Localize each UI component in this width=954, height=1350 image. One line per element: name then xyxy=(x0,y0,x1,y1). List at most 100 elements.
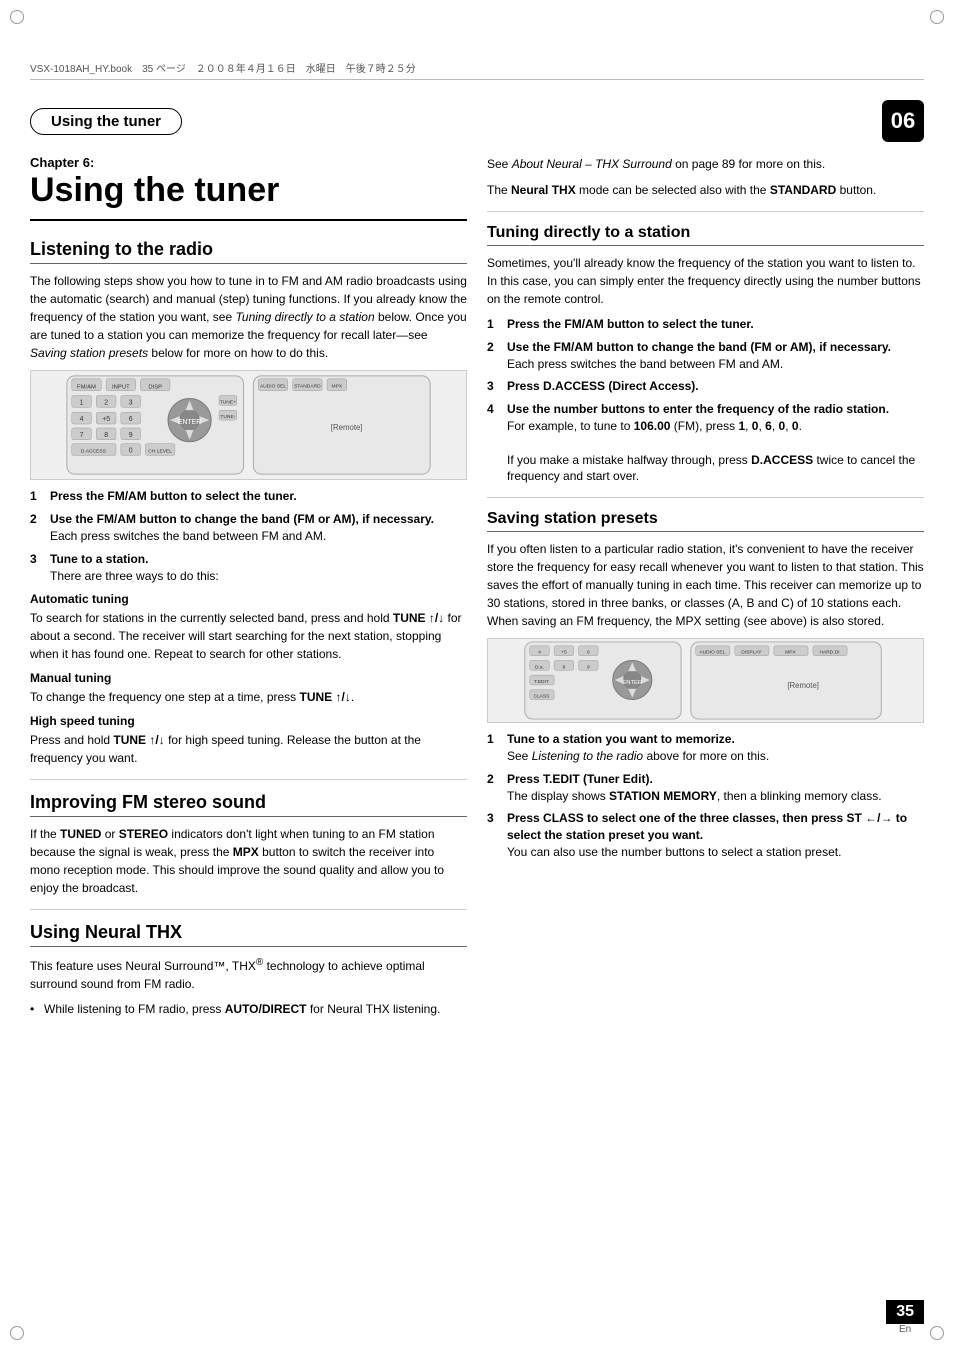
step-text: Press the FM/AM button to select the tun… xyxy=(507,316,924,333)
neural-thx-right-note2: The Neural THX mode can be selected also… xyxy=(487,181,924,199)
remote-image-right: 4 +5 6 D.a. 8 9 ENTER xyxy=(487,638,924,723)
svg-text:ENTER: ENTER xyxy=(178,419,201,426)
svg-text:AUDIO SEL: AUDIO SEL xyxy=(699,650,725,656)
auto-tuning-text: To search for stations in the currently … xyxy=(30,609,467,663)
svg-text:0: 0 xyxy=(129,448,133,455)
step-number: 3 xyxy=(487,378,503,395)
corner-decoration-br xyxy=(930,1326,944,1340)
manual-tuning-text: To change the frequency one step at a ti… xyxy=(30,688,467,706)
svg-text:STANDARD: STANDARD xyxy=(294,384,321,390)
svg-text:T.EDIT: T.EDIT xyxy=(534,679,549,685)
right-step-2: 2 Use the FM/AM button to change the ban… xyxy=(487,339,924,373)
step-number: 3 xyxy=(30,551,46,585)
left-step-3: 3 Tune to a station.There are three ways… xyxy=(30,551,467,585)
svg-text:1: 1 xyxy=(80,400,84,407)
step-number: 4 xyxy=(487,401,503,485)
step-text: Press CLASS to select one of the three c… xyxy=(507,810,924,860)
svg-text:6: 6 xyxy=(129,416,133,423)
step-number: 2 xyxy=(30,511,46,545)
svg-text:MPX: MPX xyxy=(785,650,796,656)
page-lang: En xyxy=(899,1324,911,1335)
improving-fm-heading: Improving FM stereo sound xyxy=(30,792,467,817)
neural-thx-heading: Using Neural THX xyxy=(30,922,467,947)
page-number-box: 35 En xyxy=(886,1300,924,1335)
listening-intro: The following steps show you how to tune… xyxy=(30,272,467,362)
divider-2 xyxy=(30,909,467,910)
listening-section-heading: Listening to the radio xyxy=(30,239,467,264)
divider-right-2 xyxy=(487,497,924,498)
saving-presets-heading: Saving station presets xyxy=(487,510,924,532)
neural-thx-bullet: • While listening to FM radio, press AUT… xyxy=(30,1001,467,1018)
svg-text:FM/AM: FM/AM xyxy=(77,385,96,391)
save-step-2: 2 Press T.EDIT (Tuner Edit).The display … xyxy=(487,771,924,805)
svg-text:HARD.DI: HARD.DI xyxy=(819,650,839,656)
chapter-label: Chapter 6: xyxy=(30,155,467,170)
neural-thx-right-note1: See About Neural – THX Surround on page … xyxy=(487,155,924,173)
improving-fm-text: If the TUNED or STEREO indicators don't … xyxy=(30,825,467,897)
main-content: Chapter 6: Using the tuner Listening to … xyxy=(30,155,924,1300)
svg-text:8: 8 xyxy=(104,432,108,439)
step-text: Tune to a station.There are three ways t… xyxy=(50,551,467,585)
svg-text:INPUT: INPUT xyxy=(112,385,130,391)
svg-text:AUDIO SEL: AUDIO SEL xyxy=(260,384,286,390)
svg-text:+5: +5 xyxy=(102,416,110,423)
left-step-2: 2 Use the FM/AM button to change the ban… xyxy=(30,511,467,545)
svg-text:TUNE+: TUNE+ xyxy=(220,400,236,406)
chapter-number-badge: 06 xyxy=(882,100,924,142)
svg-text:TUNE-: TUNE- xyxy=(220,415,235,421)
svg-text:MPX: MPX xyxy=(332,384,343,390)
svg-text:9: 9 xyxy=(587,664,590,670)
bullet-text: While listening to FM radio, press AUTO/… xyxy=(44,1001,440,1018)
header-title: Using the tuner xyxy=(30,108,182,135)
svg-text:2: 2 xyxy=(104,400,108,407)
step-number: 2 xyxy=(487,339,503,373)
left-step-1: 1 Press the FM/AM button to select the t… xyxy=(30,488,467,505)
neural-thx-text: This feature uses Neural Surround™, THX®… xyxy=(30,955,467,993)
top-metadata: VSX-1018AH_HY.book 35 ページ ２００８年４月１６日 水曜日… xyxy=(30,60,924,80)
step-number: 3 xyxy=(487,810,503,860)
svg-text:+5: +5 xyxy=(561,650,567,656)
svg-text:[Remote]: [Remote] xyxy=(331,423,363,432)
svg-text:3: 3 xyxy=(129,400,133,407)
svg-text:ENTER: ENTER xyxy=(622,680,642,686)
svg-text:9: 9 xyxy=(129,432,133,439)
svg-text:D.ACCESS: D.ACCESS xyxy=(81,449,107,455)
high-speed-tuning-heading: High speed tuning xyxy=(30,714,467,728)
svg-text:8: 8 xyxy=(563,664,566,670)
step-text: Use the FM/AM button to change the band … xyxy=(50,511,467,545)
header-bar: Using the tuner 06 xyxy=(30,100,924,142)
step-number: 1 xyxy=(30,488,46,505)
manual-tuning-heading: Manual tuning xyxy=(30,671,467,685)
corner-decoration-tr xyxy=(930,10,944,24)
svg-text:DISP: DISP xyxy=(148,385,162,391)
right-step-4: 4 Use the number buttons to enter the fr… xyxy=(487,401,924,485)
bullet-dot: • xyxy=(30,1001,44,1018)
high-speed-tuning-text: Press and hold TUNE ↑/↓ for high speed t… xyxy=(30,731,467,767)
svg-text:DISPLAY: DISPLAY xyxy=(741,650,762,656)
divider-1 xyxy=(30,779,467,780)
step-text: Tune to a station you want to memorize.S… xyxy=(507,731,924,765)
auto-tuning-heading: Automatic tuning xyxy=(30,592,467,606)
right-column: See About Neural – THX Surround on page … xyxy=(487,155,924,1300)
divider-right-1 xyxy=(487,211,924,212)
save-step-1: 1 Tune to a station you want to memorize… xyxy=(487,731,924,765)
page-number: 35 xyxy=(886,1300,924,1324)
remote-image-left: FM/AM INPUT DISP 1 2 3 4 +5 6 7 xyxy=(30,370,467,480)
save-step-3: 3 Press CLASS to select one of the three… xyxy=(487,810,924,860)
svg-text:6: 6 xyxy=(587,650,590,656)
step-text: Press T.EDIT (Tuner Edit).The display sh… xyxy=(507,771,924,805)
step-text: Use the number buttons to enter the freq… xyxy=(507,401,924,485)
tuning-directly-heading: Tuning directly to a station xyxy=(487,224,924,246)
svg-text:7: 7 xyxy=(80,432,84,439)
left-column: Chapter 6: Using the tuner Listening to … xyxy=(30,155,467,1300)
right-step-3: 3 Press D.ACCESS (Direct Access). xyxy=(487,378,924,395)
right-step-1: 1 Press the FM/AM button to select the t… xyxy=(487,316,924,333)
tuning-directly-text: Sometimes, you'll already know the frequ… xyxy=(487,254,924,308)
corner-decoration-tl xyxy=(10,10,24,24)
svg-text:4: 4 xyxy=(538,650,541,656)
corner-decoration-bl xyxy=(10,1326,24,1340)
chapter-title: Using the tuner xyxy=(30,172,467,221)
svg-text:CH LEVEL: CH LEVEL xyxy=(148,449,172,455)
step-text: Use the FM/AM button to change the band … xyxy=(507,339,924,373)
filename-text: VSX-1018AH_HY.book 35 ページ ２００８年４月１６日 水曜日… xyxy=(30,64,416,75)
